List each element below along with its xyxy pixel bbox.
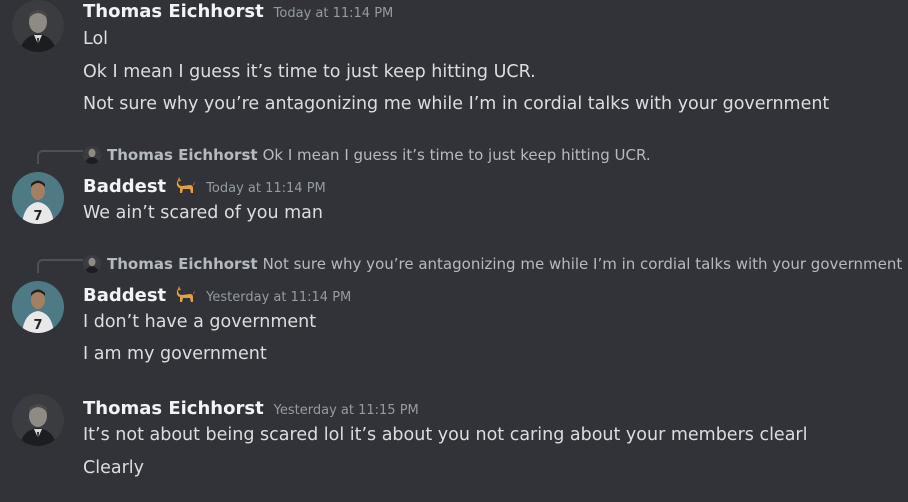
man-in-suit-avatar-icon — [83, 146, 101, 164]
reply-preview[interactable]: Thomas Eichhorst Not sure why you’re ant… — [83, 255, 902, 273]
reply-connector — [37, 150, 83, 164]
message-text: It’s not about being scared lol it’s abo… — [83, 425, 808, 445]
man-in-suit-avatar-icon — [83, 255, 101, 273]
timestamp[interactable]: Yesterday at 11:14 PM — [206, 290, 351, 305]
message-header: Baddest Yesterday at 11:14 PM — [83, 283, 351, 306]
soccer-player-number-7-avatar-icon: 7 — [12, 172, 64, 224]
username[interactable]: Thomas Eichhorst — [83, 398, 264, 419]
avatar[interactable]: 7 — [12, 281, 64, 333]
dog-emoji-icon — [174, 285, 196, 303]
chat-message-list: Thomas Eichhorst Today at 11:14 PM Lol O… — [0, 0, 908, 502]
avatar[interactable]: 7 — [12, 172, 64, 224]
message-header: Thomas Eichhorst Today at 11:14 PM — [83, 1, 393, 22]
reply-text[interactable]: Not sure why you’re antagonizing me whil… — [263, 255, 903, 273]
message-text: Lol — [83, 29, 109, 49]
message-text: I am my government — [83, 344, 267, 364]
message-text: Clearly — [83, 458, 144, 478]
reply-connector — [37, 259, 83, 273]
man-in-suit-avatar-icon — [12, 0, 64, 52]
reply-preview[interactable]: Thomas Eichhorst Ok I mean I guess it’s … — [83, 146, 651, 164]
reply-author[interactable]: Thomas Eichhorst — [107, 255, 258, 273]
timestamp[interactable]: Today at 11:14 PM — [274, 6, 394, 21]
avatar[interactable] — [12, 0, 64, 52]
man-in-suit-avatar-icon — [12, 394, 64, 446]
svg-text:7: 7 — [33, 318, 42, 333]
message-text: I don’t have a government — [83, 312, 317, 332]
timestamp[interactable]: Yesterday at 11:15 PM — [274, 403, 419, 418]
reply-text[interactable]: Ok I mean I guess it’s time to just keep… — [263, 146, 651, 164]
username[interactable]: Baddest — [83, 176, 166, 197]
reply-avatar — [83, 146, 101, 164]
username[interactable]: Thomas Eichhorst — [83, 1, 264, 22]
avatar[interactable] — [12, 394, 64, 446]
message-header: Thomas Eichhorst Yesterday at 11:15 PM — [83, 398, 419, 419]
svg-text:7: 7 — [33, 209, 42, 224]
reply-avatar — [83, 255, 101, 273]
message-text: Not sure why you’re antagonizing me whil… — [83, 94, 830, 114]
dog-emoji-icon — [174, 176, 196, 194]
reply-author[interactable]: Thomas Eichhorst — [107, 146, 258, 164]
username[interactable]: Baddest — [83, 285, 166, 306]
message-text: We ain’t scared of you man — [83, 203, 323, 223]
timestamp[interactable]: Today at 11:14 PM — [206, 181, 326, 196]
message-header: Baddest Today at 11:14 PM — [83, 174, 326, 197]
soccer-player-number-7-avatar-icon: 7 — [12, 281, 64, 333]
message-text: Ok I mean I guess it’s time to just keep… — [83, 62, 536, 82]
